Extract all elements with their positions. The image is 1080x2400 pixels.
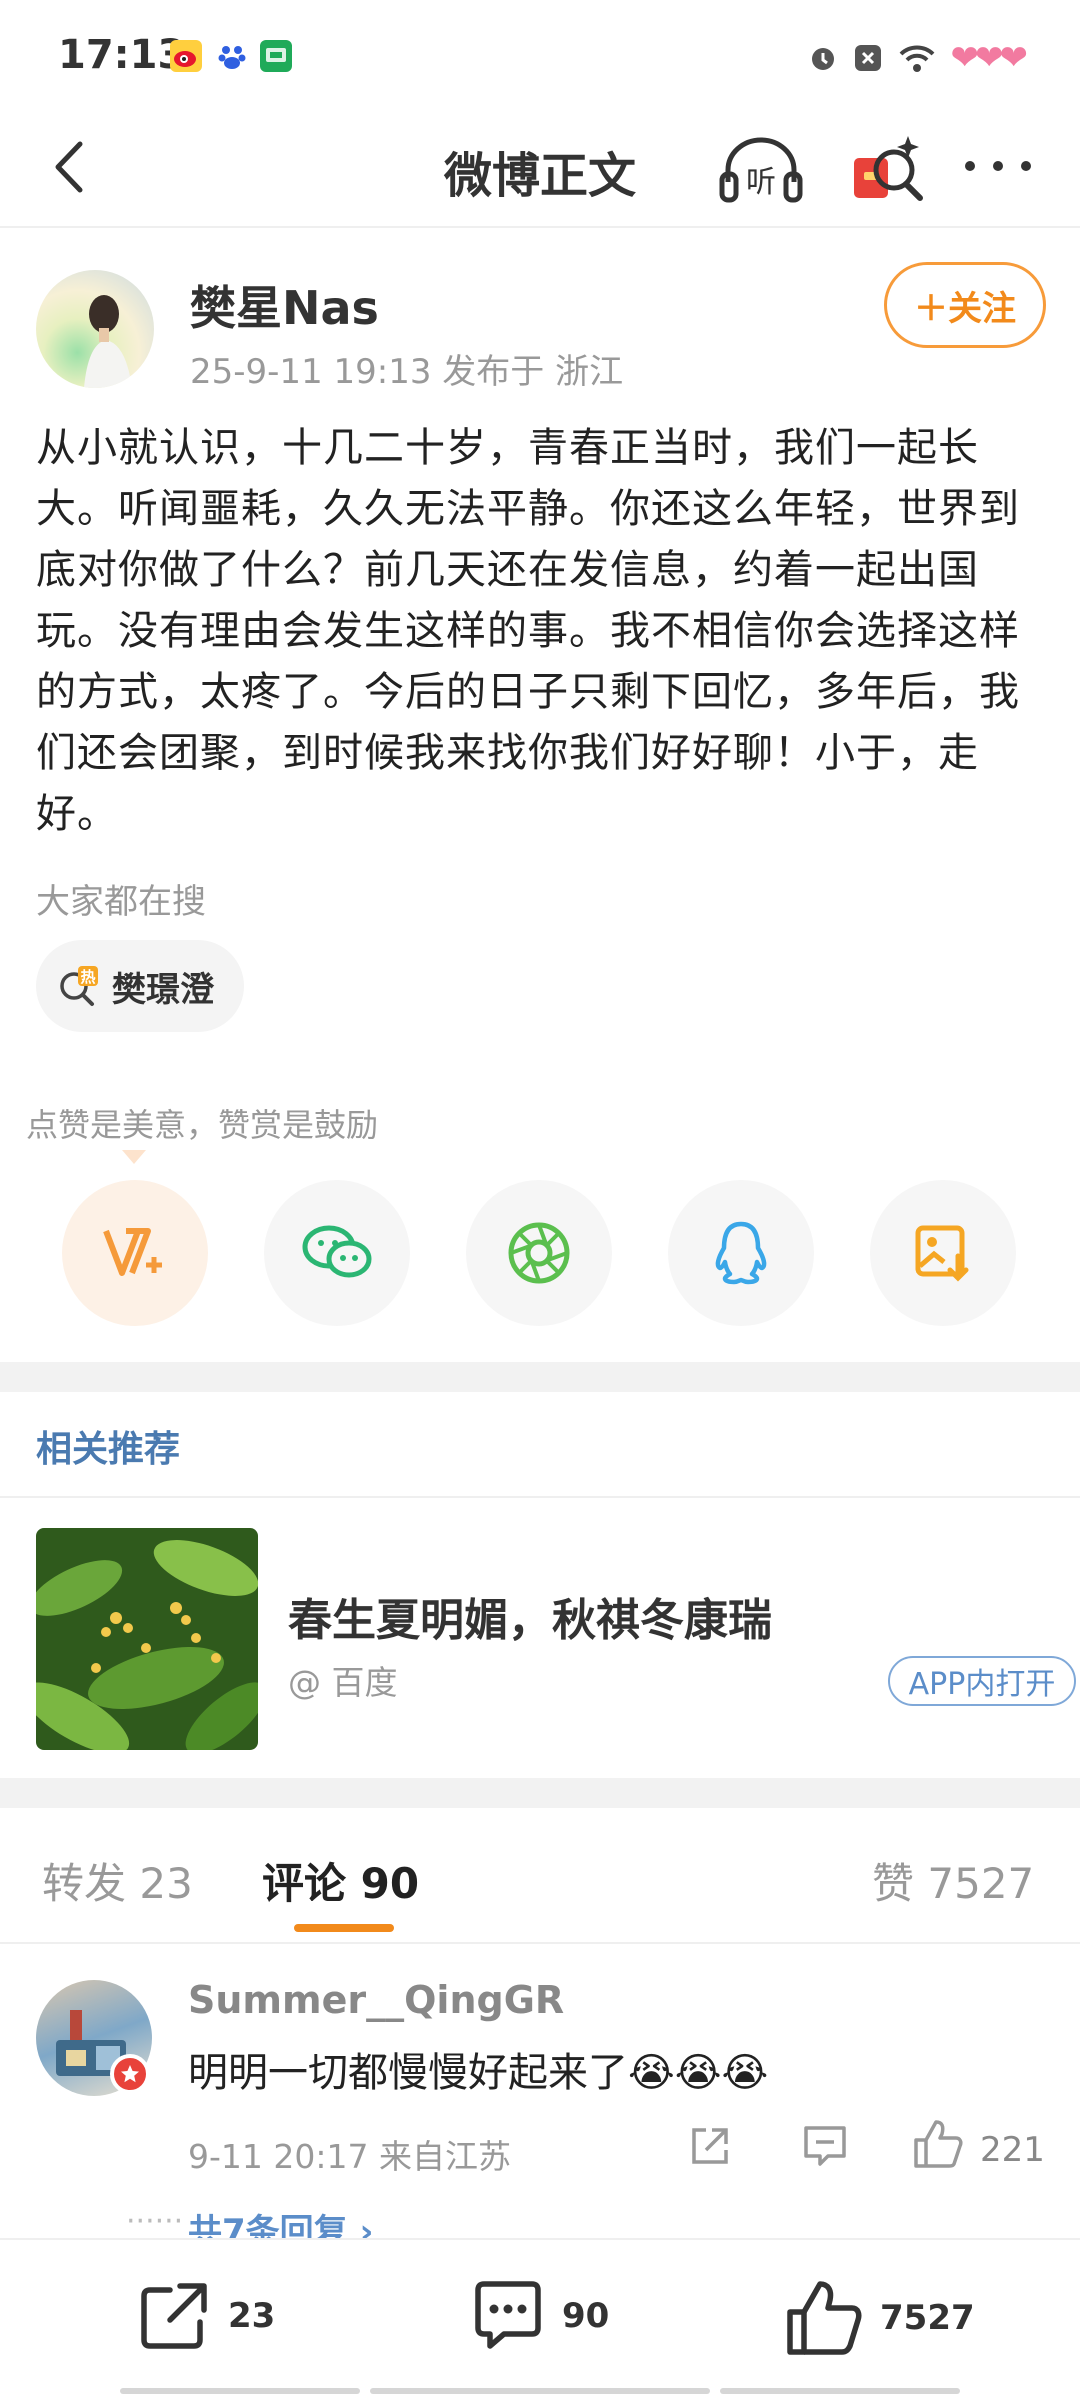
tab-like-label: 赞	[872, 1859, 915, 1908]
follow-button[interactable]: ＋关注	[884, 262, 1046, 348]
nav-bar: 微博正文 听	[0, 110, 1080, 228]
listen-label: 听	[746, 165, 776, 200]
tabs-divider	[0, 1942, 1080, 1944]
like-thumb-icon	[787, 2281, 862, 2355]
repost-button[interactable]: 23	[136, 2278, 275, 2354]
app-badge-icon	[260, 40, 292, 72]
tab-comment-count: 90	[360, 1859, 420, 1908]
comment-button[interactable]: 90	[470, 2278, 609, 2354]
qq-share-button[interactable]	[668, 1180, 814, 1326]
hot-search-icon: 热	[60, 966, 98, 1006]
like-count: 7527	[880, 2298, 975, 2338]
wifi-icon	[899, 45, 934, 72]
search-hint: 大家都在搜	[36, 882, 206, 922]
tab-repost-label: 转发	[42, 1859, 127, 1908]
nav-gesture-bar-2	[370, 2388, 710, 2394]
weibo-icon	[170, 40, 202, 72]
tab-comment[interactable]: 评论 90	[262, 1850, 419, 1911]
close-badge-icon	[854, 45, 881, 71]
commenter-name[interactable]: Summer__QingGR	[188, 1978, 564, 2022]
status-icons: ❤❤❤	[807, 38, 1028, 78]
vip-badge-icon	[110, 2054, 150, 2094]
comment-count: 90	[562, 2296, 610, 2336]
comment-share-icon[interactable]	[688, 2124, 732, 2168]
related-thumbnail[interactable]	[36, 1528, 258, 1750]
reward-tip: 点赞是美意，赞赏是鼓励	[26, 1106, 379, 1144]
author-avatar[interactable]	[36, 270, 154, 388]
comment-icon	[475, 2281, 541, 2349]
bottom-action-bar: 23 90 7527	[0, 2238, 1080, 2400]
related-divider	[0, 1496, 1080, 1498]
crying-emoji-icon: 😭😭😭	[628, 2050, 769, 2096]
tab-like-count: 7527	[927, 1859, 1035, 1908]
active-tab-indicator	[294, 1924, 394, 1932]
moments-icon	[508, 1222, 570, 1284]
status-bar: 17:13 ❤❤❤	[0, 0, 1080, 110]
comment-like-icon[interactable]	[912, 2118, 964, 2170]
hearts-icon: ❤❤❤	[950, 38, 1028, 78]
hot-search-chip[interactable]: 热 樊璟澄	[36, 940, 244, 1032]
redpacket-search-icon[interactable]	[846, 128, 926, 208]
author-name[interactable]: 樊星Nas	[190, 272, 379, 338]
status-time: 17:13	[58, 32, 186, 78]
repost-count: 23	[228, 2296, 276, 2336]
open-in-app-button[interactable]: APP内打开	[888, 1656, 1076, 1706]
comment-body: 明明一切都慢慢好起来了	[188, 2050, 628, 2096]
nav-gesture-bar	[120, 2388, 360, 2394]
wechat-icon	[302, 1225, 372, 1278]
vip-reward-icon	[103, 1228, 162, 1276]
post-meta: 25-9-11 19:13 发布于 浙江	[190, 352, 624, 392]
comment-reply-icon[interactable]	[802, 2124, 848, 2168]
tab-like[interactable]: 赞 7527	[872, 1850, 1034, 1911]
baidu-icon	[216, 40, 248, 72]
save-image-icon	[915, 1225, 969, 1282]
comment-text: 明明一切都慢慢好起来了😭😭😭	[188, 2040, 768, 2098]
share-row	[0, 1180, 1080, 1330]
related-source: @ 百度	[288, 1663, 398, 1702]
wechat-share-button[interactable]	[264, 1180, 410, 1326]
section-divider-2	[0, 1778, 1080, 1808]
hot-search-label: 樊璟澄	[112, 969, 214, 1010]
related-title: 相关推荐	[36, 1429, 181, 1470]
like-button[interactable]: 7527	[784, 2278, 975, 2358]
qq-icon	[715, 1221, 767, 1285]
save-image-button[interactable]	[870, 1180, 1016, 1326]
hot-badge: 热	[80, 968, 95, 986]
comment-meta: 9-11 20:17 来自江苏	[188, 2137, 511, 2176]
repost-icon	[141, 2283, 207, 2349]
tip-caret	[122, 1150, 146, 1164]
related-headline[interactable]: 春生夏明媚，秋祺冬康瑞	[288, 1584, 772, 1648]
more-icon[interactable]	[958, 146, 1038, 186]
tab-comment-label: 评论	[262, 1859, 347, 1908]
nav-gesture-bar-3	[720, 2388, 960, 2394]
alarm-icon	[811, 48, 834, 70]
moments-share-button[interactable]	[466, 1180, 612, 1326]
comment-like-count: 221	[980, 2130, 1045, 2170]
section-divider	[0, 1362, 1080, 1392]
reply-dots: ······	[126, 2204, 184, 2239]
tab-repost[interactable]: 转发 23	[42, 1850, 193, 1911]
tab-repost-count: 23	[139, 1859, 193, 1908]
post-text: 从小就认识，十几二十岁，青春正当时，我们一起长大。听闻噩耗，久久无法平静。你还这…	[36, 425, 1020, 837]
listen-headphones-icon[interactable]: 听	[716, 130, 806, 210]
vip-reward-button[interactable]	[62, 1180, 208, 1326]
